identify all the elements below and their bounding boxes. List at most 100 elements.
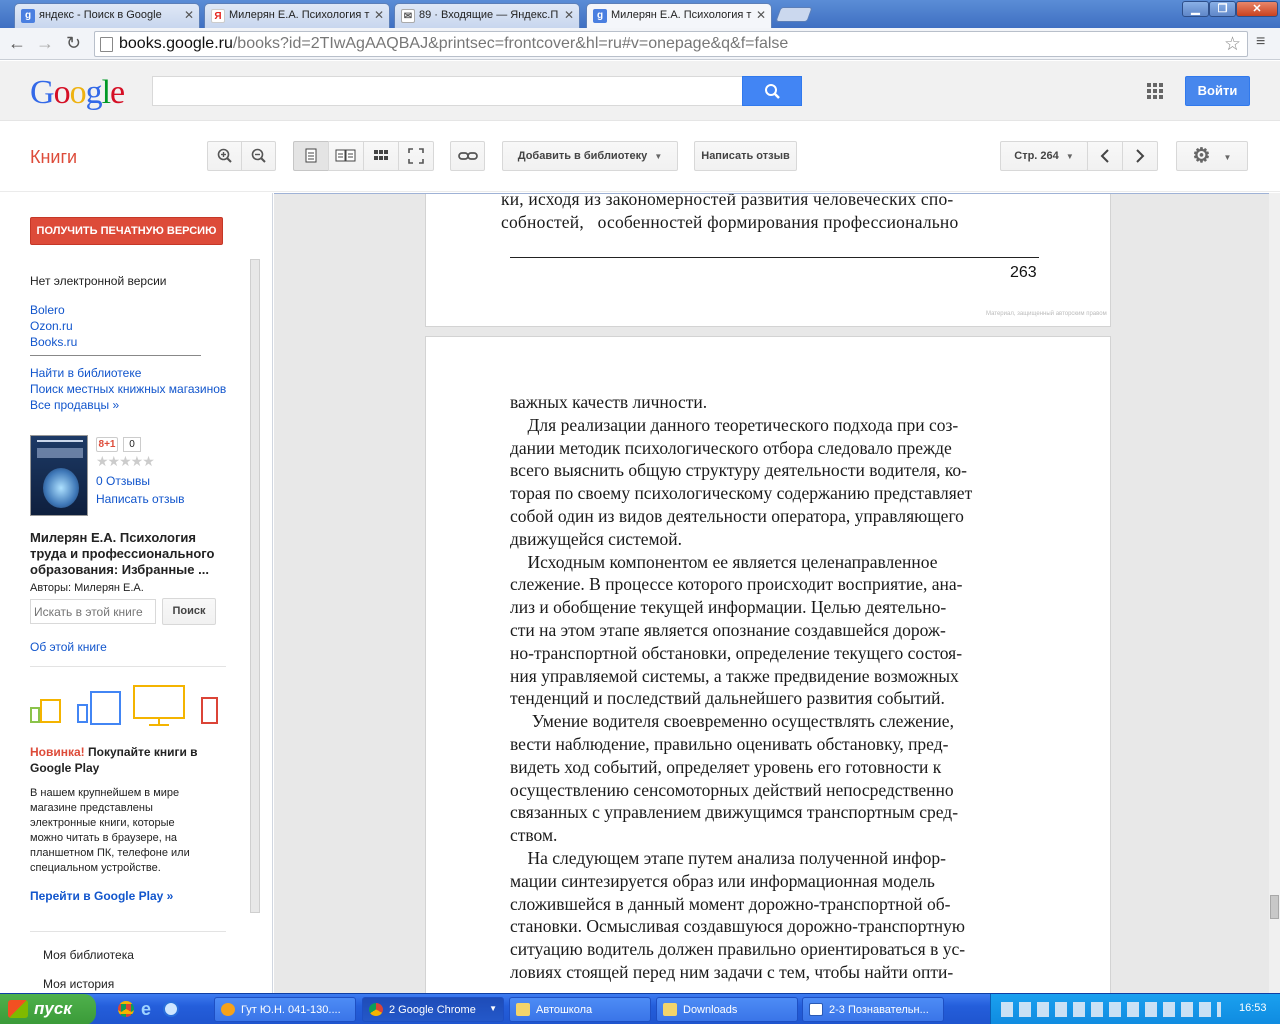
copyright-notice: Материал, защищенный авторским правом [986, 311, 1107, 317]
minimize-window-button[interactable]: ▁ [1182, 1, 1209, 17]
sign-in-button[interactable]: Войти [1185, 76, 1250, 106]
search-in-book-button[interactable]: Поиск [162, 598, 216, 625]
address-bar[interactable]: books.google.ru/books?id=2TIwAgAAQBAJ&pr… [94, 31, 1248, 57]
chrome-icon [369, 1003, 383, 1016]
no-ebook-label: Нет электронной версии [30, 274, 167, 288]
zoom-out-button[interactable] [241, 141, 276, 171]
start-button[interactable]: пуск [0, 994, 96, 1024]
previous-page-button[interactable] [1087, 141, 1123, 171]
close-window-button[interactable]: ✕ [1236, 1, 1278, 17]
close-tab-icon[interactable]: ✕ [756, 8, 766, 22]
tab-title: 89 · Входящие — Яндекс.П [419, 9, 559, 21]
back-arrow-icon[interactable]: ← [8, 34, 26, 52]
chevron-down-icon: ▼ [654, 152, 663, 161]
close-tab-icon[interactable]: ✕ [564, 8, 574, 22]
google-logo-letter: g [85, 74, 103, 111]
book-title[interactable]: Милерян Е.А. Психология труда и професси… [30, 530, 214, 578]
google-play-promo-title: Новинка! Покупайте книги в Google Play [30, 745, 198, 775]
add-to-library-button[interactable]: Добавить в библиотеку ▼ [502, 141, 678, 171]
taskbar-item[interactable]: 2-3 Познавательн... [802, 997, 944, 1022]
thumbnail-view-button[interactable] [363, 141, 399, 171]
system-tray: 16:53 [990, 994, 1280, 1024]
taskbar-item-active[interactable]: 2 Google Chrome ▼ [362, 997, 504, 1022]
two-page-view-button[interactable] [328, 141, 364, 171]
chevron-down-icon: ▼ [1065, 152, 1074, 161]
browser-tab[interactable]: Я Милерян Е.А. Психология т ✕ [204, 3, 390, 28]
go-to-google-play-link[interactable]: Перейти в Google Play » [30, 888, 173, 904]
my-library-link[interactable]: Моя библиотека [43, 947, 134, 963]
book-reader-viewport[interactable]: ки, исходя из закономерностей развития ч… [274, 193, 1280, 993]
google-logo-letter: o [53, 74, 71, 111]
apps-grid-icon[interactable] [1147, 83, 1163, 99]
seller-link-bolero[interactable]: Bolero [30, 302, 65, 318]
chevron-down-icon: ▼ [1223, 153, 1232, 162]
search-in-book-input[interactable] [30, 599, 156, 624]
book-cover-image[interactable] [30, 435, 88, 516]
single-page-icon [305, 148, 317, 163]
google-plus-one-button[interactable]: 8+1 [96, 437, 118, 452]
browser-tab-active[interactable]: g Милерян Е.А. Психология т ✕ [586, 3, 772, 29]
single-page-view-button[interactable] [293, 141, 329, 171]
book-authors: Авторы: Милерян Е.А. [30, 582, 144, 594]
books-section-title[interactable]: Книги [30, 147, 77, 168]
sidebar: ПОЛУЧИТЬ ПЕЧАТНУЮ ВЕРСИЮ Нет электронной… [0, 193, 273, 993]
taskbar-item[interactable]: Downloads [656, 997, 798, 1022]
seller-link-ozon[interactable]: Ozon.ru [30, 318, 73, 334]
reload-icon[interactable]: ↻ [66, 34, 81, 52]
chrome-menu-icon[interactable]: ≡ [1256, 33, 1265, 51]
page-footer-rule [510, 257, 1039, 258]
internet-explorer-icon[interactable]: e [141, 999, 151, 1020]
google-logo-letter: G [30, 74, 55, 111]
browser-tab[interactable]: g яндекс - Поиск в Google ✕ [14, 3, 200, 28]
taskbar-item[interactable]: Гут Ю.Н. 041-130.... [214, 997, 356, 1022]
divider [30, 355, 201, 356]
google-play-devices-illustration [30, 685, 218, 726]
grid-view-icon [374, 150, 388, 160]
next-page-button[interactable] [1122, 141, 1158, 171]
maximize-window-button[interactable]: ❐ [1209, 1, 1236, 17]
local-stores-link[interactable]: Поиск местных книжных магазинов [30, 381, 226, 397]
google-logo-letter: e [110, 74, 125, 111]
taskbar-item[interactable]: Автошкола [509, 997, 651, 1022]
add-to-library-label: Добавить в библиотеку [517, 150, 648, 162]
bookmark-star-icon[interactable]: ☆ [1224, 33, 1241, 56]
close-tab-icon[interactable]: ✕ [184, 8, 194, 22]
chrome-quicklaunch-icon[interactable] [118, 1001, 134, 1017]
folder-icon [516, 1003, 530, 1016]
gear-icon: ⚙ [1192, 145, 1211, 167]
all-sellers-link[interactable]: Все продавцы » [30, 397, 119, 413]
google-logo-letter: l [101, 74, 112, 111]
quicklaunch-icon[interactable] [163, 1001, 179, 1017]
link-button[interactable] [450, 141, 485, 171]
page-number-dropdown[interactable]: Стр. 264 ▼ [1000, 141, 1088, 171]
google-logo[interactable]: Google [30, 74, 125, 111]
reader-scrollbar-thumb[interactable] [1270, 895, 1279, 919]
page-number: 263 [1010, 264, 1037, 281]
settings-menu-button[interactable]: ⚙ ▼ [1176, 141, 1248, 171]
tray-icons[interactable] [1001, 1002, 1221, 1017]
google-search-input[interactable] [152, 76, 743, 106]
sidebar-scrollbar[interactable] [250, 259, 260, 913]
reviews-count-link[interactable]: 0 Отзывы [96, 473, 150, 489]
new-tab-button[interactable] [775, 7, 813, 22]
write-review-link[interactable]: Написать отзыв [96, 491, 184, 507]
google-search-button[interactable] [742, 76, 802, 106]
seller-link-books[interactable]: Books.ru [30, 334, 77, 350]
my-history-link[interactable]: Моя история [43, 976, 114, 992]
google-favicon-icon: g [593, 9, 607, 23]
find-in-library-link[interactable]: Найти в библиотеке [30, 365, 141, 381]
forward-arrow-icon[interactable]: → [36, 34, 54, 52]
divider [30, 931, 226, 932]
get-print-version-button[interactable]: ПОЛУЧИТЬ ПЕЧАТНУЮ ВЕРСИЮ [30, 217, 223, 245]
divider [30, 666, 226, 667]
google-play-promo-text: В нашем крупнейшем в мире магазине предс… [30, 787, 190, 874]
write-review-button[interactable]: Написать отзыв [694, 141, 797, 171]
fullscreen-button[interactable] [398, 141, 434, 171]
browser-tab[interactable]: ✉ 89 · Входящие — Яндекс.П ✕ [394, 3, 580, 28]
about-book-link[interactable]: Об этой книге [30, 639, 107, 655]
zoom-in-button[interactable] [207, 141, 242, 171]
google-logo-letter: o [69, 74, 87, 111]
close-tab-icon[interactable]: ✕ [374, 8, 384, 22]
tab-title: яндекс - Поиск в Google [39, 9, 162, 21]
reader-scrollbar[interactable] [1269, 193, 1280, 993]
